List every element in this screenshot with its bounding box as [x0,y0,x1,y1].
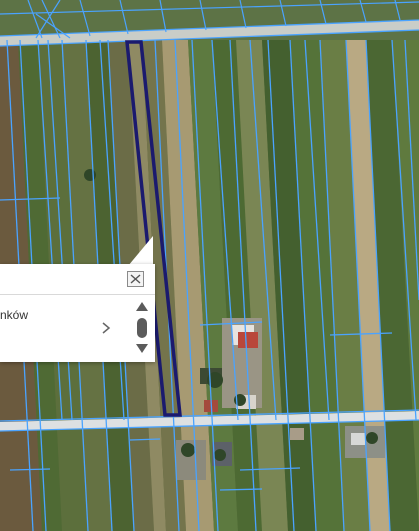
chevron-right-icon[interactable] [100,320,112,336]
close-icon [130,274,141,284]
close-button[interactable] [127,271,144,287]
popup-pointer [128,236,153,266]
scrollbar-thumb[interactable] [137,318,147,338]
triangle-up-icon[interactable] [136,302,148,311]
popup-header [0,264,155,295]
feature-info-popup: nków [0,264,155,362]
popup-row-label[interactable]: nków [0,308,28,322]
popup-scrollbar[interactable] [133,300,151,360]
triangle-down-icon[interactable] [136,344,148,353]
